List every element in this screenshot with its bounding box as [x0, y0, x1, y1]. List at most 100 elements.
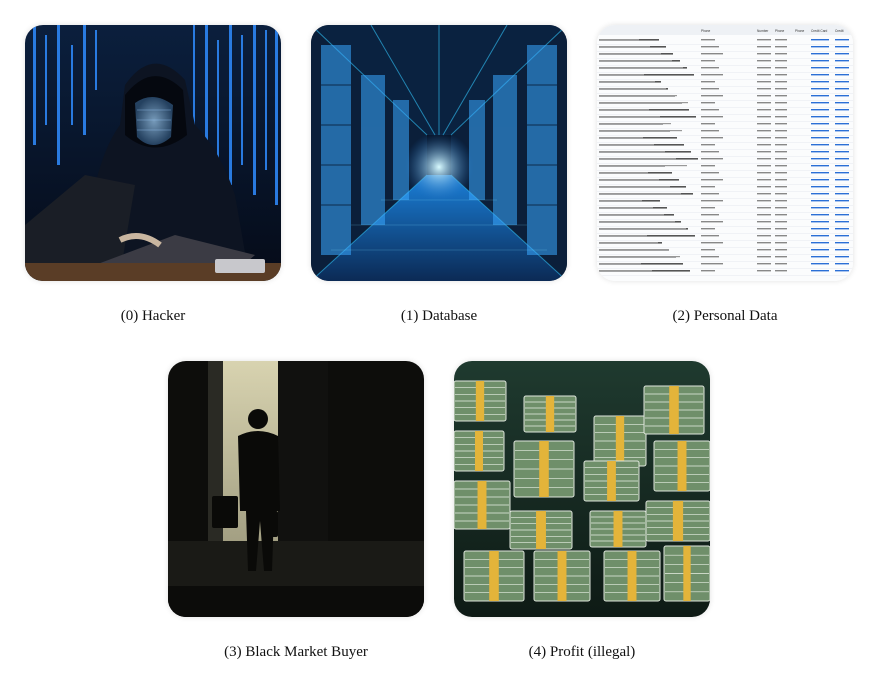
table-cell-placeholder	[835, 228, 849, 230]
table-cell-placeholder	[811, 151, 829, 153]
table-cell-placeholder	[701, 158, 723, 160]
table-cell-placeholder	[835, 39, 849, 41]
table-cell-placeholder	[811, 165, 829, 167]
table-cell-placeholder	[811, 200, 829, 202]
table-cell-placeholder	[599, 235, 647, 237]
table-cell-placeholder	[701, 109, 719, 111]
table-cell-placeholder	[811, 53, 829, 55]
table-cell-placeholder	[701, 249, 715, 251]
money-band	[539, 441, 549, 497]
table-cell-placeholder	[599, 256, 680, 258]
table-header-phone: Phone	[701, 29, 710, 33]
table-cell-placeholder	[811, 88, 829, 90]
table-cell-placeholder	[775, 249, 787, 251]
table-cell-placeholder	[599, 109, 649, 111]
table-cell-placeholder	[599, 151, 665, 153]
table-cell-placeholder	[599, 165, 687, 167]
table-cell-placeholder	[811, 81, 829, 83]
table-cell-placeholder	[835, 179, 849, 181]
table-cell-placeholder	[701, 130, 719, 132]
personal-data-table-illustration: Phone Number Phone Phone Credit Card Cre…	[597, 25, 853, 281]
table-cell-placeholder	[811, 228, 829, 230]
table-cell-placeholder	[701, 67, 719, 69]
money-band	[475, 431, 483, 471]
table-cell-placeholder	[599, 270, 652, 272]
table-cell-placeholder	[701, 165, 715, 167]
table-cell-placeholder	[701, 116, 723, 118]
table-cell-placeholder	[599, 137, 643, 139]
table-cell-placeholder	[775, 53, 787, 55]
table-cell-placeholder	[835, 235, 849, 237]
table-cell-placeholder	[701, 102, 715, 104]
table-cell-placeholder	[701, 228, 715, 230]
table-cell-placeholder	[757, 179, 771, 181]
table-cell-placeholder	[701, 256, 719, 258]
table-cell-placeholder	[811, 60, 829, 62]
money-stacks-illustration	[454, 361, 710, 617]
table-cell-placeholder	[811, 130, 829, 132]
table-cell-placeholder	[775, 242, 787, 244]
table-cell-placeholder	[775, 116, 787, 118]
table-cell-placeholder	[835, 88, 849, 90]
table-cell-placeholder	[599, 179, 659, 181]
table-cell-placeholder	[811, 158, 829, 160]
table-cell-placeholder	[599, 95, 677, 97]
table-cell-placeholder	[599, 228, 686, 230]
table-cell-placeholder	[757, 144, 771, 146]
table-cell-placeholder	[835, 158, 849, 160]
table-cell-placeholder	[775, 88, 787, 90]
table-cell-placeholder	[775, 207, 787, 209]
table-cell-placeholder	[701, 137, 723, 139]
silhouette-illustration	[168, 361, 424, 617]
table-cell-placeholder	[701, 179, 723, 181]
table-cell-placeholder	[775, 144, 787, 146]
table-cell-placeholder	[811, 242, 829, 244]
table-cell-placeholder	[811, 67, 829, 69]
table-cell-placeholder	[775, 95, 787, 97]
table-cell-placeholder	[701, 60, 715, 62]
table-cell-placeholder	[757, 214, 771, 216]
table-cell-placeholder	[757, 123, 771, 125]
table-cell-placeholder	[599, 186, 670, 188]
table-cell-placeholder	[701, 207, 715, 209]
table-cell-placeholder	[701, 221, 723, 223]
table-cell-placeholder	[835, 81, 849, 83]
table-cell-placeholder	[757, 207, 771, 209]
money-band	[536, 511, 546, 549]
table-cell-placeholder	[701, 123, 715, 125]
table-cell-placeholder	[599, 144, 654, 146]
table-cell-placeholder	[757, 249, 771, 251]
table-cell-placeholder	[757, 81, 771, 83]
table-cell-placeholder	[599, 221, 675, 223]
table-cell-placeholder	[835, 116, 849, 118]
table-cell-placeholder	[775, 81, 787, 83]
table-cell-placeholder	[811, 116, 829, 118]
table-cell-placeholder	[775, 74, 787, 76]
table-cell-placeholder	[757, 53, 771, 55]
table-cell-placeholder	[775, 123, 787, 125]
table-cell-placeholder	[835, 165, 849, 167]
table-cell-placeholder	[775, 137, 787, 139]
table-cell-placeholder	[775, 102, 787, 104]
table-cell-placeholder	[701, 88, 719, 90]
table-cell-placeholder	[757, 151, 771, 153]
hacker-illustration	[25, 25, 281, 281]
table-cell-placeholder	[835, 102, 849, 104]
table-cell-placeholder	[775, 221, 787, 223]
table-cell-placeholder	[811, 102, 829, 104]
table-cell-placeholder	[775, 270, 787, 272]
table-cell-placeholder	[701, 46, 719, 48]
caption-hacker: (0) Hacker	[120, 308, 186, 324]
money-band	[607, 461, 616, 501]
table-cell-placeholder	[811, 221, 829, 223]
table-cell-placeholder	[811, 144, 829, 146]
table-cell-placeholder	[757, 235, 771, 237]
table-cell-placeholder	[775, 256, 787, 258]
table-cell-placeholder	[757, 228, 771, 230]
money-band	[613, 511, 623, 547]
table-cell-placeholder	[757, 158, 771, 160]
table-cell-placeholder	[811, 95, 829, 97]
table-cell-placeholder	[811, 207, 829, 209]
table-cell-placeholder	[835, 53, 849, 55]
table-cell-placeholder	[599, 102, 688, 104]
